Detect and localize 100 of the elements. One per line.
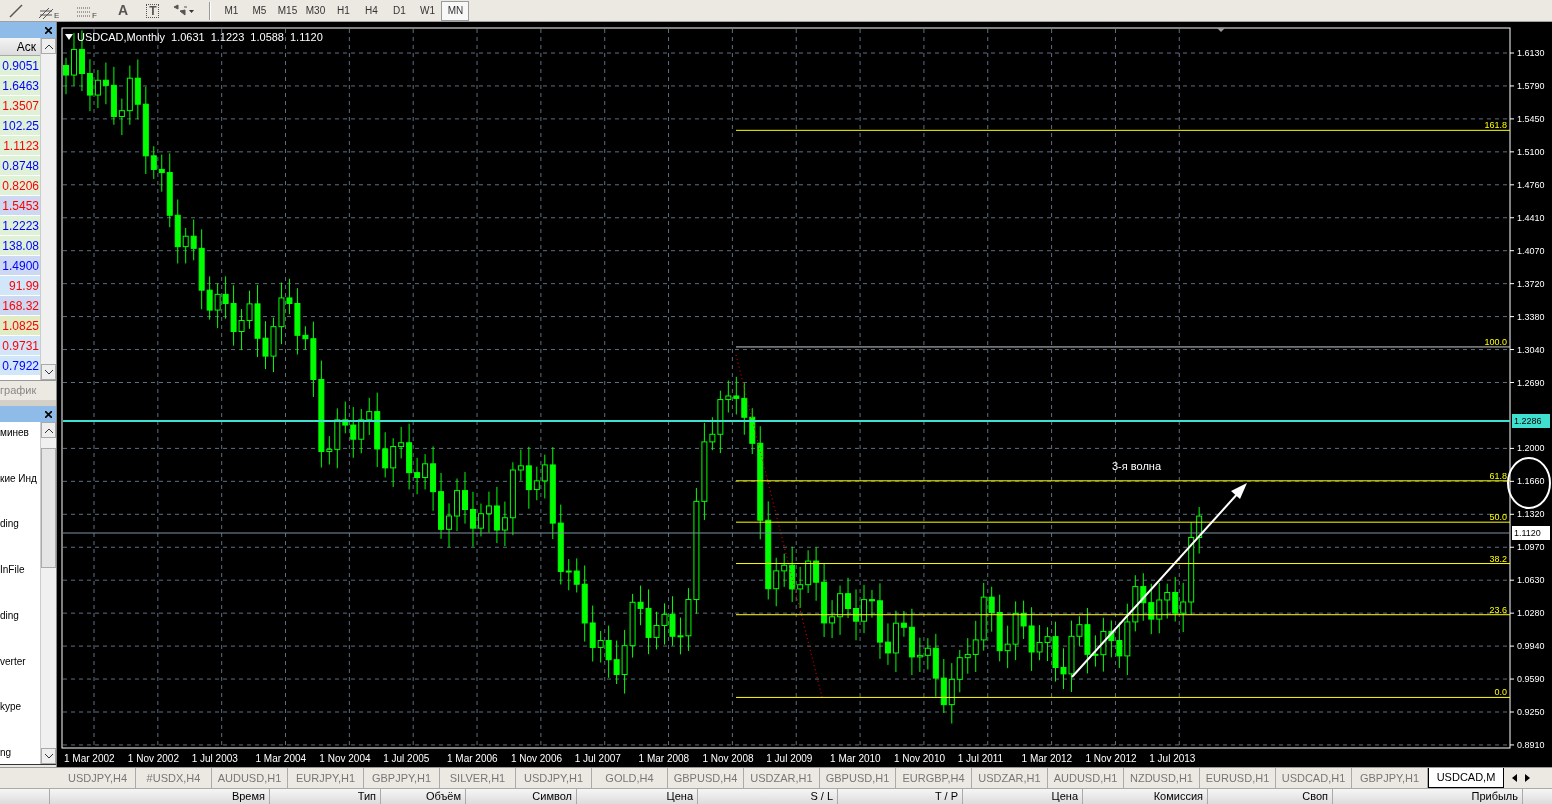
scroll-down-button[interactable] bbox=[41, 364, 56, 380]
close-icon[interactable] bbox=[45, 410, 52, 418]
current-price-label: 1.1120 bbox=[1512, 526, 1550, 540]
scroll-up-button[interactable] bbox=[41, 38, 56, 54]
ask-price-cell[interactable]: 138.08 bbox=[0, 236, 40, 256]
close-icon[interactable] bbox=[45, 26, 52, 34]
trendline-icon[interactable] bbox=[8, 2, 24, 19]
price-axis-label: 1.5450 bbox=[1517, 113, 1545, 124]
fibo-tool[interactable]: F bbox=[76, 1, 100, 20]
timeframe-button[interactable]: W1 bbox=[413, 0, 442, 21]
column-header[interactable]: Тип bbox=[270, 789, 381, 804]
date-axis-label: 1 Nov 2012 bbox=[1085, 753, 1137, 764]
highlight-ellipse bbox=[1507, 457, 1551, 509]
date-axis-label: 1 Jul 2009 bbox=[766, 753, 813, 764]
price-axis-label: 1.4410 bbox=[1517, 212, 1545, 223]
fibonacci-icon bbox=[76, 5, 92, 20]
date-axis-label: 1 Mar 2012 bbox=[1021, 753, 1073, 764]
date-axis-label: 1 Mar 2010 bbox=[830, 753, 881, 764]
ask-price-cell[interactable]: 0.9051 bbox=[0, 56, 40, 76]
navigator-item[interactable]: ng bbox=[0, 745, 40, 760]
scroll-down-button[interactable] bbox=[41, 748, 56, 764]
scrollbar[interactable] bbox=[40, 38, 56, 380]
scrollbar[interactable] bbox=[40, 422, 56, 764]
price-axis-label: 1.0280 bbox=[1517, 608, 1545, 619]
dropdown-triangle-icon[interactable] bbox=[65, 34, 73, 41]
chart-tab[interactable]: USDCAD,M bbox=[1428, 768, 1504, 788]
price-axis-label: 1.4760 bbox=[1517, 179, 1545, 190]
navigator-item[interactable]: InFile bbox=[0, 563, 40, 578]
timeframe-button[interactable]: MN bbox=[441, 0, 470, 21]
price-axis-label: 1.2000 bbox=[1517, 443, 1545, 454]
price-axis-label: 1.5790 bbox=[1517, 80, 1545, 91]
column-header[interactable]: Аск bbox=[0, 38, 40, 56]
column-header[interactable]: Своп bbox=[1208, 789, 1333, 804]
chevron-down-icon bbox=[44, 369, 53, 375]
channel-tool[interactable]: E bbox=[38, 1, 62, 20]
ohlc-value: 1.1223 bbox=[210, 30, 245, 45]
text-tool[interactable]: A bbox=[114, 0, 133, 21]
column-header[interactable]: S / L bbox=[698, 789, 838, 804]
date-axis-label: 1 Mar 2006 bbox=[447, 753, 498, 764]
fibonacci-level-label: 0.0 bbox=[1494, 687, 1507, 698]
price-axis-label: 1.5100 bbox=[1517, 146, 1545, 157]
price-axis-label: 1.1660 bbox=[1517, 476, 1545, 487]
price-axis-label: 1.3040 bbox=[1517, 344, 1545, 355]
text-label-tool[interactable]: T bbox=[146, 3, 160, 18]
price-axis-label: 0.9940 bbox=[1517, 641, 1545, 652]
ask-price-cell[interactable]: 1.2223 bbox=[0, 216, 40, 236]
date-axis-label: 1 Mar 2002 bbox=[64, 753, 115, 764]
date-axis-label: 1 Nov 2010 bbox=[893, 753, 946, 764]
navigator-item[interactable]: кие Инд bbox=[0, 471, 40, 486]
timeframe-button[interactable]: M15 bbox=[273, 0, 302, 21]
column-header[interactable]: Цена bbox=[577, 789, 698, 804]
date-axis-label: 1 Jul 2005 bbox=[383, 753, 430, 764]
timeframe-button[interactable]: M1 bbox=[217, 0, 246, 21]
ask-price-cell[interactable]: 1.4900 bbox=[0, 256, 40, 276]
column-header[interactable]: Прибыль bbox=[1333, 789, 1523, 804]
ohlc-value: 1.1120 bbox=[290, 30, 323, 45]
fibonacci-level-label: 23.6 bbox=[1489, 604, 1507, 615]
navigator-item[interactable]: kype bbox=[0, 700, 40, 715]
ask-price-cell[interactable]: 0.8748 bbox=[0, 156, 40, 176]
date-axis-label: 1 Jul 2011 bbox=[957, 753, 1004, 764]
fibonacci-level-label: 61.8 bbox=[1489, 470, 1507, 481]
price-axis-label: 0.8910 bbox=[1517, 739, 1545, 750]
navigator-item[interactable]: ding bbox=[0, 608, 40, 623]
scroll-up-button[interactable] bbox=[41, 422, 56, 438]
ask-price-cell[interactable]: 0.7922 bbox=[0, 356, 40, 376]
navigator-item[interactable]: ding bbox=[0, 517, 40, 532]
date-axis-label: 1 Mar 2008 bbox=[638, 753, 690, 764]
scroll-left-icon[interactable] bbox=[1512, 774, 1517, 782]
arrows-dropdown-icon[interactable] bbox=[173, 3, 196, 18]
date-axis-label: 1 Nov 2002 bbox=[127, 753, 179, 764]
chevron-down-icon bbox=[44, 753, 53, 759]
date-axis-label: 1 Nov 2004 bbox=[319, 753, 371, 764]
column-header[interactable]: Объём bbox=[381, 789, 466, 804]
price-axis-label: 0.9250 bbox=[1517, 707, 1545, 717]
column-header[interactable]: T / P bbox=[838, 789, 963, 804]
column-header[interactable]: Время bbox=[50, 789, 270, 804]
price-axis-label: 1.0970 bbox=[1517, 542, 1545, 553]
navigator-item[interactable]: verter bbox=[0, 654, 40, 669]
fibonacci-level-label: 161.8 bbox=[1484, 120, 1507, 131]
price-axis-label: 1.3720 bbox=[1517, 278, 1545, 289]
date-axis-label: 1 Jul 2007 bbox=[574, 753, 621, 764]
column-header[interactable]: Символ bbox=[466, 789, 577, 804]
timeframe-button[interactable]: D1 bbox=[385, 0, 414, 21]
timeframe-button[interactable]: M30 bbox=[301, 0, 330, 21]
timeframe-button[interactable]: H1 bbox=[329, 0, 358, 21]
date-axis-label: 1 Jul 2003 bbox=[191, 753, 238, 764]
price-axis-label: 0.9590 bbox=[1517, 674, 1545, 685]
timeframe-button[interactable]: M5 bbox=[245, 0, 274, 21]
date-axis-label: 1 Mar 2004 bbox=[255, 753, 307, 764]
chevron-up-icon bbox=[44, 427, 53, 433]
ask-price-cell[interactable]: 102.25 bbox=[0, 116, 40, 136]
ask-price-cell[interactable]: 1.6463 bbox=[0, 76, 40, 96]
date-axis-label: 1 Jul 2013 bbox=[1149, 753, 1196, 764]
date-axis-label: 1 Nov 2008 bbox=[702, 753, 754, 764]
channel-icon bbox=[38, 5, 54, 20]
navigator-item[interactable]: минев bbox=[0, 426, 40, 440]
scroll-right-icon[interactable] bbox=[1525, 774, 1530, 782]
column-header[interactable]: Комиссия bbox=[1083, 789, 1208, 804]
timeframe-button[interactable]: H4 bbox=[357, 0, 386, 21]
column-header[interactable]: Цена bbox=[963, 789, 1083, 804]
